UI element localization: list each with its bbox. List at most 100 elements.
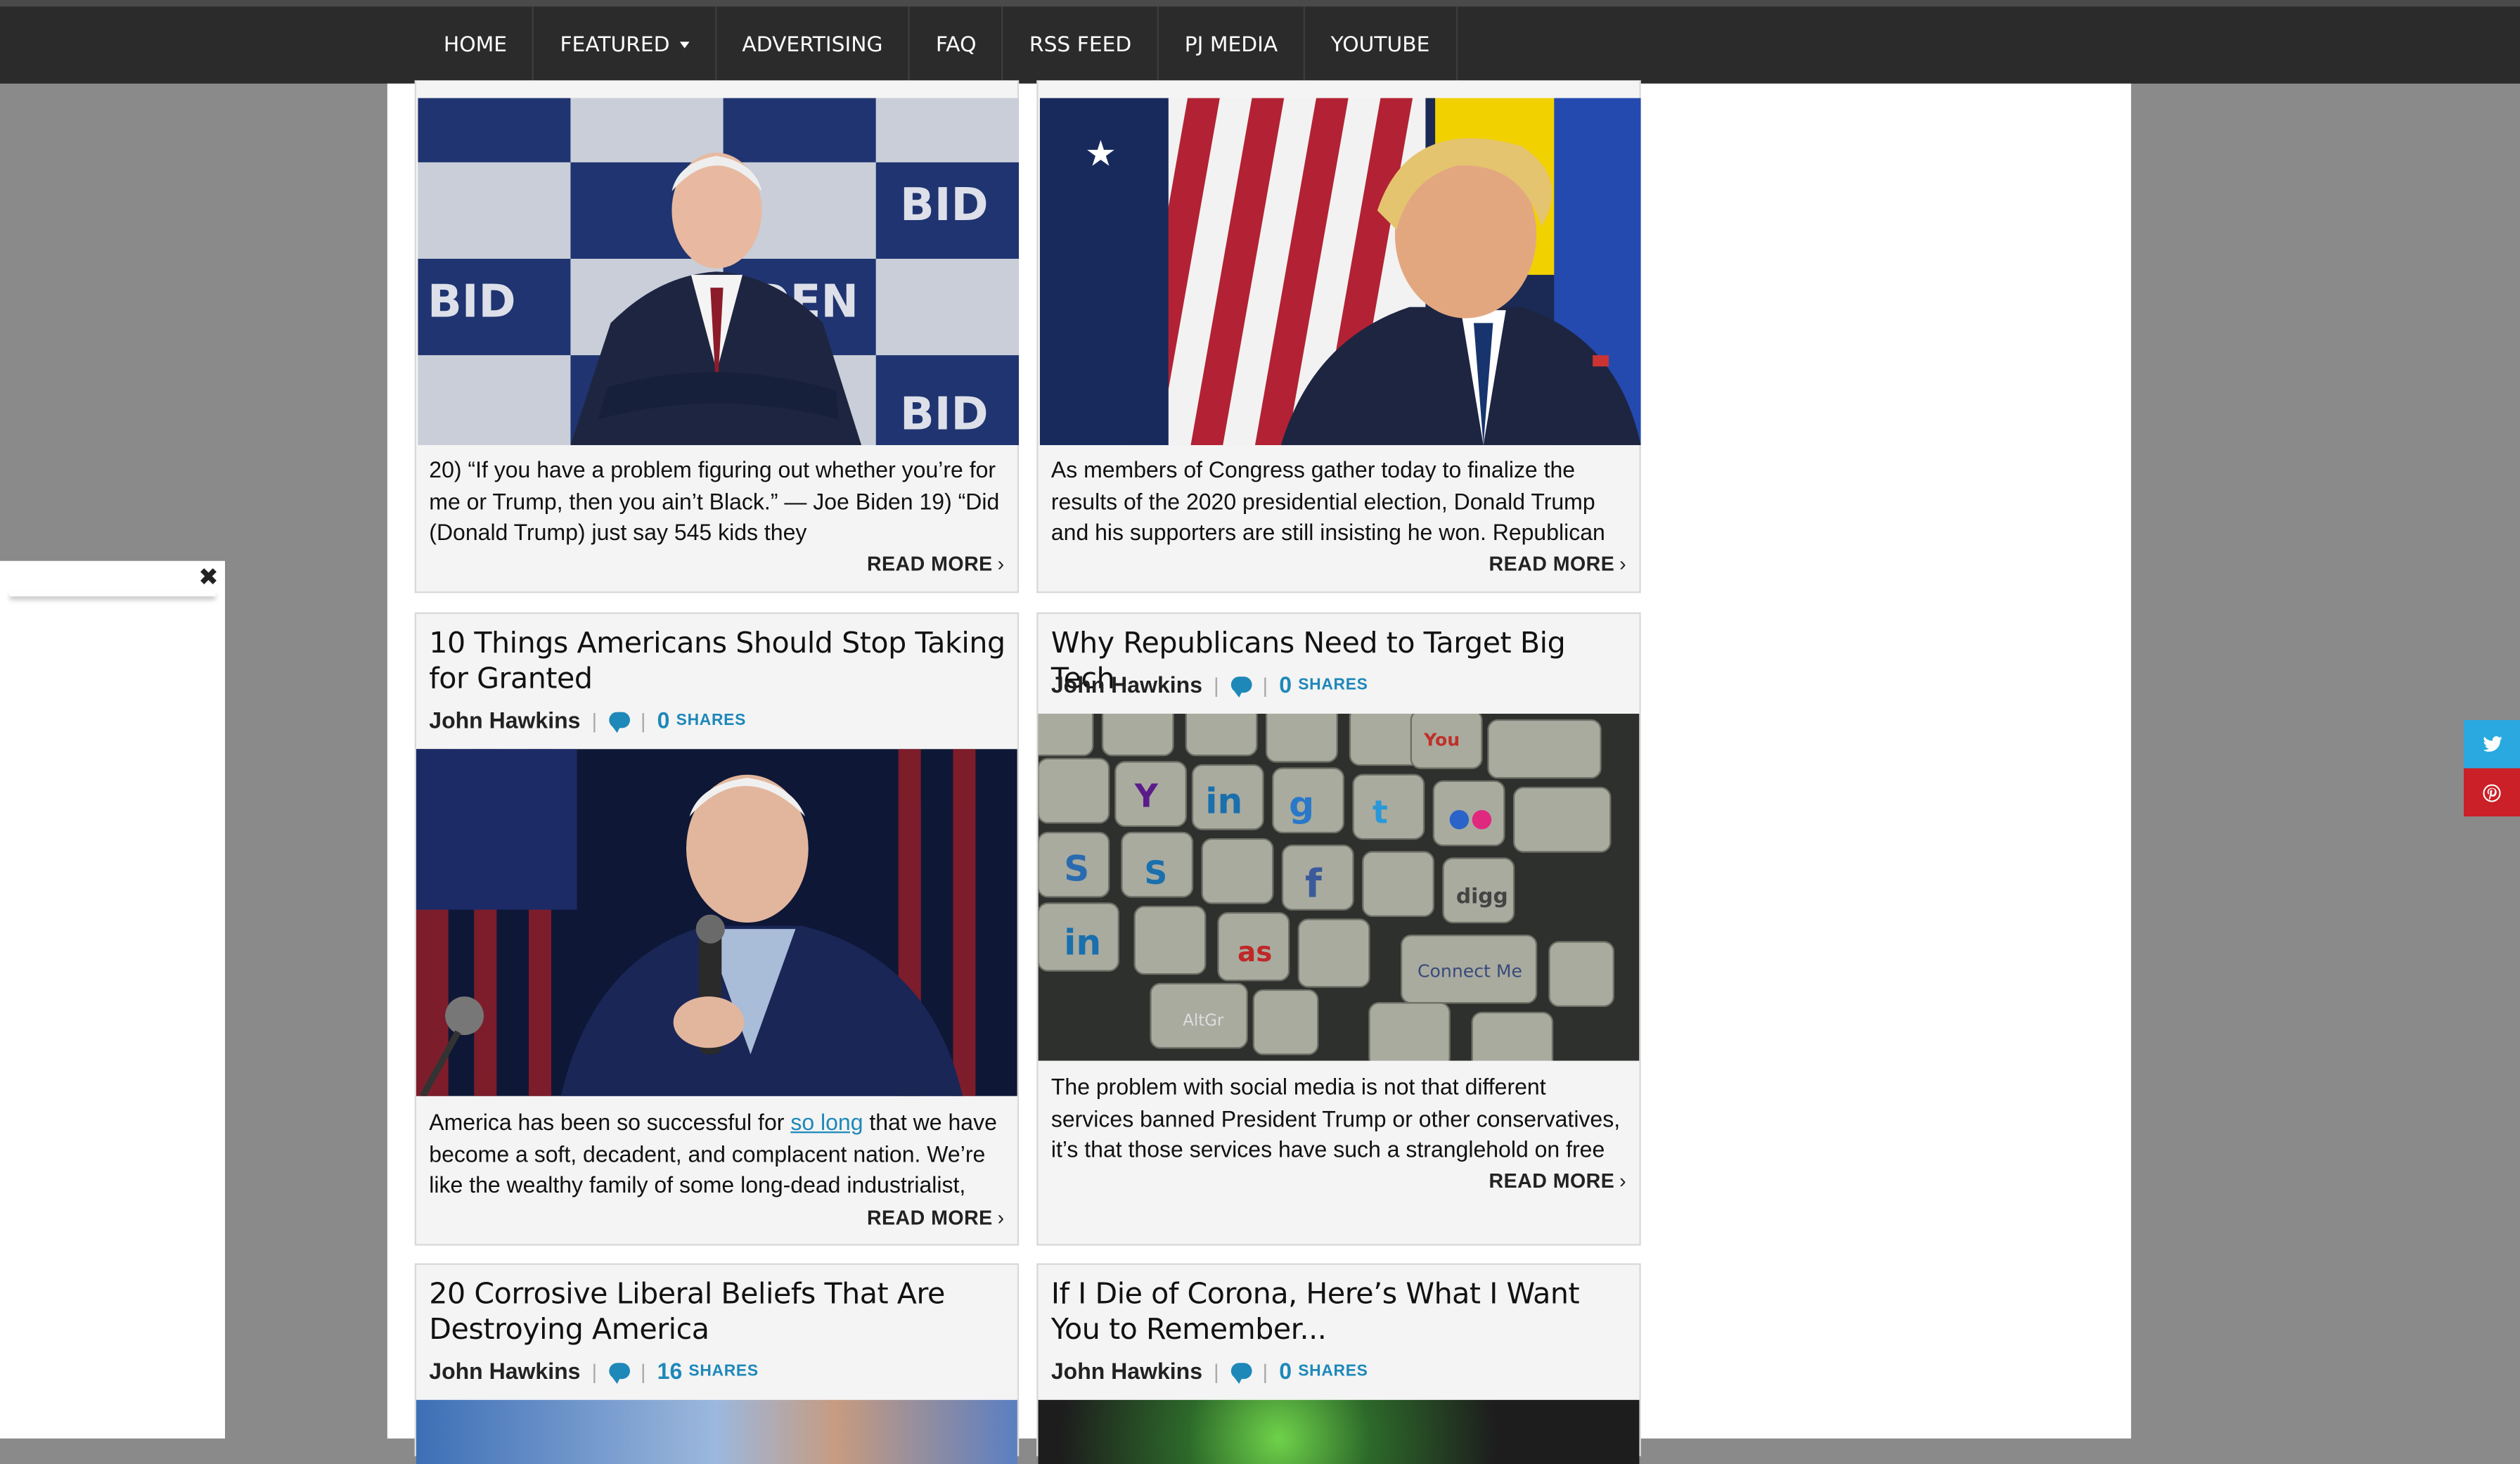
chevron-right-icon: › bbox=[1619, 553, 1627, 576]
main-nav: HOME FEATURED ADVERTISING FAQ RSS FEED P… bbox=[418, 6, 1458, 84]
share-count: 0 bbox=[657, 707, 670, 733]
article-image[interactable]: ★ bbox=[1039, 98, 1641, 446]
read-more-link[interactable]: READ MORE › bbox=[1489, 1170, 1627, 1193]
excerpt-text: America has been so successful for bbox=[429, 1109, 791, 1135]
nav-featured-label: FEATURED bbox=[560, 32, 670, 58]
author-name[interactable]: John Hawkins bbox=[1051, 1358, 1202, 1384]
svg-text:★: ★ bbox=[1085, 133, 1117, 173]
nav-faq[interactable]: FAQ bbox=[910, 6, 1004, 84]
twitter-share-button[interactable] bbox=[2463, 719, 2520, 769]
nav-rss-feed[interactable]: RSS FEED bbox=[1003, 6, 1159, 84]
biden-photo-image: BIDIDENBIDBID bbox=[418, 98, 1020, 446]
article-meta: John Hawkins | | 0 SHARES bbox=[429, 707, 746, 733]
pinterest-icon bbox=[2483, 783, 2501, 802]
article-title[interactable]: If I Die of Corona, Here’s What I Want Y… bbox=[1051, 1278, 1630, 1349]
article-card: 10 Things Americans Should Stop Taking f… bbox=[414, 612, 1020, 1246]
comment-icon[interactable] bbox=[1230, 676, 1252, 698]
article-card: Why Republicans Need to Target Big Tech … bbox=[1036, 612, 1641, 1246]
read-more-label: READ MORE bbox=[1489, 553, 1615, 576]
meta-separator: | bbox=[1214, 672, 1219, 697]
nav-youtube-label: YOUTUBE bbox=[1330, 32, 1430, 58]
chevron-down-icon bbox=[679, 41, 689, 49]
article-excerpt: America has been so successful for so lo… bbox=[429, 1107, 1008, 1202]
comment-icon[interactable] bbox=[1230, 1363, 1252, 1384]
nav-home[interactable]: HOME bbox=[418, 6, 534, 84]
top-strip bbox=[0, 0, 2520, 7]
main-navbar: HOME FEATURED ADVERTISING FAQ RSS FEED P… bbox=[0, 6, 2520, 84]
nav-rss-feed-label: RSS FEED bbox=[1029, 32, 1132, 58]
article-image[interactable] bbox=[1038, 1399, 1640, 1464]
comment-icon[interactable] bbox=[608, 712, 629, 733]
svg-text:AltGr: AltGr bbox=[1183, 1011, 1224, 1029]
article-meta: John Hawkins | | 16 SHARES bbox=[429, 1358, 759, 1384]
article-image[interactable]: BIDIDENBIDBID bbox=[418, 98, 1020, 446]
author-name[interactable]: John Hawkins bbox=[429, 1358, 580, 1384]
nav-home-label: HOME bbox=[443, 32, 508, 58]
nav-pj-media[interactable]: PJ MEDIA bbox=[1159, 6, 1306, 84]
inline-link[interactable]: so long bbox=[790, 1109, 863, 1135]
article-meta: John Hawkins | | 0 SHARES bbox=[1051, 1358, 1368, 1384]
chevron-right-icon: › bbox=[997, 553, 1005, 576]
svg-text:You: You bbox=[1423, 730, 1460, 750]
shares-label: SHARES bbox=[676, 711, 747, 729]
close-icon[interactable]: ✖ bbox=[198, 563, 219, 591]
article-title[interactable]: 20 Corrosive Liberal Beliefs That Are De… bbox=[429, 1278, 1008, 1349]
article-image[interactable] bbox=[416, 749, 1017, 1096]
article-excerpt: As members of Congress gather today to f… bbox=[1050, 456, 1605, 546]
meta-separator: | bbox=[591, 1359, 598, 1383]
article-title[interactable]: 10 Things Americans Should Stop Taking f… bbox=[429, 627, 1008, 698]
comment-icon[interactable] bbox=[608, 1363, 629, 1384]
svg-text:BID: BID bbox=[428, 276, 516, 328]
meta-separator: | bbox=[591, 707, 598, 733]
nav-advertising[interactable]: ADVERTISING bbox=[716, 6, 911, 84]
meta-separator: | bbox=[1214, 1359, 1219, 1383]
article-excerpt: 20) “If you have a problem figuring out … bbox=[429, 456, 1000, 546]
article-excerpt: The problem with social media is not tha… bbox=[1050, 1073, 1621, 1162]
nav-featured[interactable]: FEATURED bbox=[534, 6, 716, 84]
meta-separator: | bbox=[1262, 1359, 1268, 1383]
share-count: 16 bbox=[657, 1358, 683, 1384]
svg-text:digg: digg bbox=[1456, 885, 1508, 909]
shares-label: SHARES bbox=[1298, 676, 1368, 694]
author-name[interactable]: John Hawkins bbox=[429, 707, 580, 733]
nav-advertising-label: ADVERTISING bbox=[742, 32, 883, 58]
share-count: 0 bbox=[1279, 672, 1292, 698]
popup-divider bbox=[10, 591, 216, 596]
pinterest-share-button[interactable] bbox=[2463, 768, 2520, 817]
nav-youtube[interactable]: YOUTUBE bbox=[1305, 6, 1458, 84]
meta-separator: | bbox=[640, 1359, 646, 1383]
article-card: If I Die of Corona, Here’s What I Want Y… bbox=[1036, 1263, 1641, 1464]
svg-text:BID: BID bbox=[900, 388, 989, 440]
meta-separator: | bbox=[1262, 672, 1268, 697]
svg-text:Y: Y bbox=[1134, 777, 1159, 814]
meta-separator: | bbox=[640, 707, 646, 733]
read-more-link[interactable]: READ MORE › bbox=[867, 1207, 1005, 1230]
author-name[interactable]: John Hawkins bbox=[1051, 672, 1202, 698]
chevron-right-icon: › bbox=[997, 1207, 1005, 1230]
svg-text:g: g bbox=[1289, 783, 1314, 825]
svg-text:Connect Me: Connect Me bbox=[1418, 961, 1522, 982]
read-more-link[interactable]: READ MORE › bbox=[1489, 553, 1627, 575]
biden-microphone-photo-image bbox=[416, 749, 1017, 1096]
svg-text:in: in bbox=[1064, 922, 1101, 963]
shares-label: SHARES bbox=[1298, 1362, 1368, 1380]
svg-text:in: in bbox=[1205, 781, 1242, 822]
read-more-label: READ MORE bbox=[866, 553, 993, 576]
article-card: BIDIDENBIDBID 20) “If you have a problem… bbox=[414, 80, 1020, 593]
read-more-link[interactable]: READ MORE › bbox=[867, 553, 1005, 575]
article-card: ★ As members of Congress gather today to… bbox=[1036, 80, 1641, 593]
article-meta: John Hawkins | | 0 SHARES bbox=[1051, 672, 1368, 698]
article-image[interactable]: You Y in g t S S f digg in as Connect Me… bbox=[1038, 713, 1640, 1061]
shares-label: SHARES bbox=[688, 1362, 759, 1380]
svg-text:as: as bbox=[1238, 937, 1272, 968]
article-image[interactable] bbox=[416, 1399, 1017, 1464]
nav-pj-media-label: PJ MEDIA bbox=[1184, 32, 1278, 58]
svg-text:BID: BID bbox=[900, 179, 989, 231]
read-more-label: READ MORE bbox=[866, 1207, 993, 1230]
popup-panel: ✖ bbox=[0, 560, 225, 1439]
svg-text:S: S bbox=[1064, 848, 1089, 890]
content-area: BIDIDENBIDBID 20) “If you have a problem… bbox=[387, 80, 2131, 1464]
svg-text:S: S bbox=[1144, 854, 1167, 892]
read-more-label: READ MORE bbox=[1489, 1169, 1615, 1193]
trump-photo-image: ★ bbox=[1039, 98, 1641, 446]
